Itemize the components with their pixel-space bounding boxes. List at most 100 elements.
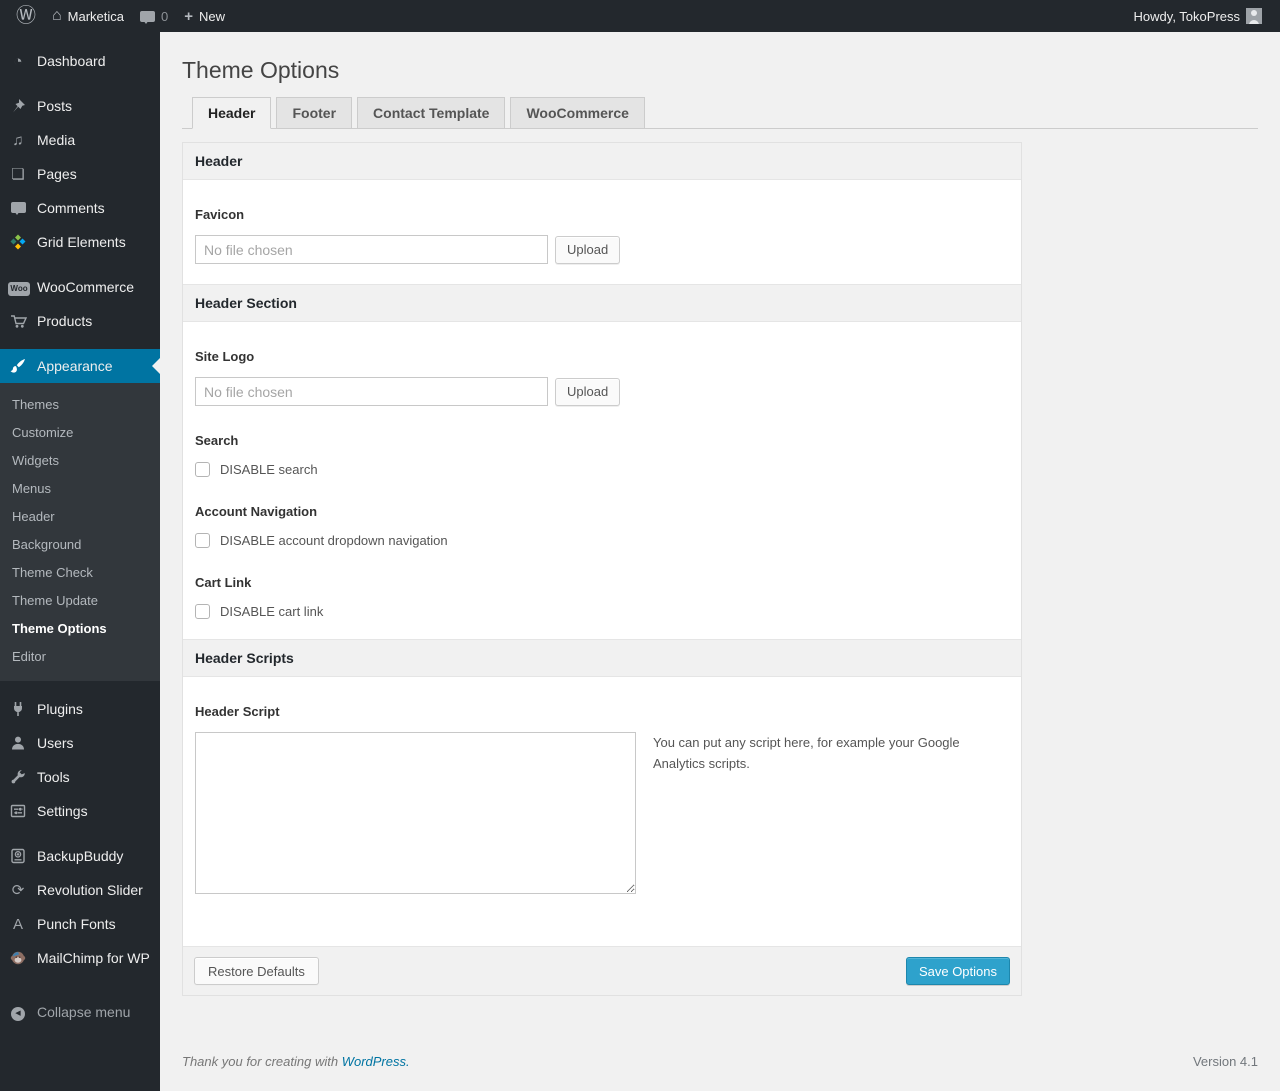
page-title: Theme Options	[182, 57, 340, 83]
sidebar-item-label: Settings	[37, 803, 88, 819]
sidebar-item-settings[interactable]: Settings	[0, 794, 160, 828]
submenu-item-editor[interactable]: Editor	[0, 643, 160, 671]
account-navigation-label: Account Navigation	[195, 504, 318, 519]
menu-separator	[0, 681, 160, 692]
home-icon: ⌂	[52, 7, 62, 24]
favicon-upload-button[interactable]: Upload	[555, 235, 621, 264]
cart-link-label: Cart Link	[195, 575, 252, 590]
wordpress-menu-button[interactable]: Ⓦ	[8, 0, 44, 32]
comment-count: 0	[161, 8, 169, 24]
sidebar-item-label: Users	[37, 735, 74, 751]
sidebar-item-grid-elements[interactable]: Grid Elements	[0, 225, 160, 259]
sidebar-item-products[interactable]: Products	[0, 304, 160, 338]
new-content-button[interactable]: + New	[176, 0, 233, 32]
wordpress-link[interactable]: WordPress.	[342, 1054, 410, 1069]
footer-thanks-text: Thank you for creating with WordPress.	[182, 1054, 410, 1069]
sidebar-item-revolution-slider[interactable]: ⟳ Revolution Slider	[0, 873, 160, 907]
sidebar-item-woocommerce[interactable]: Woo WooCommerce	[0, 270, 160, 304]
sidebar-item-label: Pages	[37, 166, 77, 182]
sidebar-item-backupbuddy[interactable]: BackupBuddy	[0, 839, 160, 873]
tab-header[interactable]: Header	[192, 97, 272, 129]
comments-shortcut[interactable]: 0	[132, 0, 176, 32]
sidebar-item-label: Media	[37, 132, 76, 148]
disable-account-nav-checkbox[interactable]	[195, 533, 210, 548]
site-logo-label: Site Logo	[195, 349, 255, 364]
favicon-label: Favicon	[195, 207, 245, 222]
tab-footer[interactable]: Footer	[276, 97, 353, 129]
site-name-label: Marketica	[67, 8, 125, 24]
brush-icon	[8, 358, 28, 374]
sidebar-item-label: Products	[37, 313, 93, 329]
person-icon	[8, 735, 28, 751]
submenu-item-theme-update[interactable]: Theme Update	[0, 587, 160, 615]
submenu-item-header[interactable]: Header	[0, 503, 160, 531]
submenu-item-background[interactable]: Background	[0, 531, 160, 559]
dashboard-icon: ◔	[13, 52, 23, 70]
collapse-arrow-icon: ◀	[8, 1003, 28, 1021]
save-options-button[interactable]: Save Options	[905, 957, 1010, 985]
sidebar-item-pages[interactable]: ❏ Pages	[0, 157, 160, 191]
site-name-link[interactable]: ⌂ Marketica	[44, 0, 132, 32]
sidebar-item-users[interactable]: Users	[0, 726, 160, 760]
sidebar-item-comments[interactable]: Comments	[0, 191, 160, 225]
plus-icon: +	[184, 7, 194, 25]
sidebar-item-label: Appearance	[37, 358, 113, 374]
site-logo-upload-button[interactable]: Upload	[555, 377, 621, 406]
collapse-menu-button[interactable]: ◀ Collapse menu	[0, 995, 160, 1029]
submenu-item-theme-options[interactable]: Theme Options	[0, 615, 160, 643]
version-label: Version 4.1	[1192, 1054, 1258, 1069]
site-logo-file-input[interactable]	[195, 377, 548, 406]
submenu-item-themes[interactable]: Themes	[0, 391, 160, 419]
menu-separator	[0, 259, 160, 270]
howdy-label: Howdy, TokoPress	[1133, 8, 1240, 24]
settings-sliders-icon	[8, 803, 28, 819]
submenu-item-widgets[interactable]: Widgets	[0, 447, 160, 475]
section-header-header: Header	[183, 143, 1021, 180]
header-script-label: Header Script	[195, 704, 280, 719]
search-label: Search	[195, 433, 239, 448]
appearance-submenu: Themes Customize Widgets Menus Header Ba…	[0, 383, 160, 681]
user-avatar	[1246, 8, 1262, 24]
sidebar-item-dashboard[interactable]: ◔ Dashboard	[0, 44, 160, 78]
new-label: New	[199, 8, 226, 24]
panel-footer: Restore Defaults Save Options	[183, 946, 1021, 995]
menu-separator	[0, 975, 160, 995]
wordpress-logo-icon: Ⓦ	[16, 5, 36, 27]
admin-bar: Ⓦ ⌂ Marketica 0 + New Howdy, TokoPress	[0, 0, 1280, 32]
menu-separator	[0, 78, 160, 89]
sidebar-item-label: Grid Elements	[37, 234, 126, 250]
sidebar-item-label: Revolution Slider	[37, 882, 143, 898]
admin-sidebar: ◔ Dashboard Posts ♫ Media ❏ Pages Commen…	[0, 32, 160, 1091]
sidebar-item-plugins[interactable]: Plugins	[0, 692, 160, 726]
tab-contact-template[interactable]: Contact Template	[357, 97, 506, 129]
sidebar-item-media[interactable]: ♫ Media	[0, 123, 160, 157]
sidebar-item-tools[interactable]: Tools	[0, 760, 160, 794]
comment-bubble-icon	[140, 10, 156, 24]
account-menu[interactable]: Howdy, TokoPress	[1126, 0, 1270, 32]
menu-separator	[0, 828, 160, 839]
header-script-textarea[interactable]	[195, 732, 636, 894]
refresh-icon: ⟳	[11, 881, 25, 899]
disable-search-label: DISABLE search	[220, 462, 318, 477]
submenu-item-customize[interactable]: Customize	[0, 419, 160, 447]
sidebar-item-label: Plugins	[37, 701, 83, 717]
favicon-file-input[interactable]	[195, 235, 548, 264]
sidebar-item-label: Punch Fonts	[37, 916, 116, 932]
sidebar-item-mailchimp[interactable]: MailChimp for WP	[0, 941, 160, 975]
disable-cart-link-checkbox[interactable]	[195, 604, 210, 619]
cart-icon	[8, 313, 28, 329]
section-header-header-scripts: Header Scripts	[183, 639, 1021, 677]
sidebar-item-posts[interactable]: Posts	[0, 89, 160, 123]
tab-woocommerce[interactable]: WooCommerce	[510, 97, 645, 129]
theme-options-panel: Header Favicon Upload Header Section Sit…	[182, 142, 1022, 996]
thanks-prefix: Thank you for creating with	[182, 1054, 339, 1069]
menu-separator	[0, 338, 160, 349]
sidebar-item-label: Comments	[37, 200, 105, 216]
restore-defaults-button[interactable]: Restore Defaults	[194, 957, 319, 985]
disable-search-checkbox[interactable]	[195, 462, 210, 477]
disable-account-nav-label: DISABLE account dropdown navigation	[220, 533, 448, 548]
submenu-item-menus[interactable]: Menus	[0, 475, 160, 503]
sidebar-item-punch-fonts[interactable]: A Punch Fonts	[0, 907, 160, 941]
submenu-item-theme-check[interactable]: Theme Check	[0, 559, 160, 587]
sidebar-item-appearance[interactable]: Appearance	[0, 349, 160, 383]
